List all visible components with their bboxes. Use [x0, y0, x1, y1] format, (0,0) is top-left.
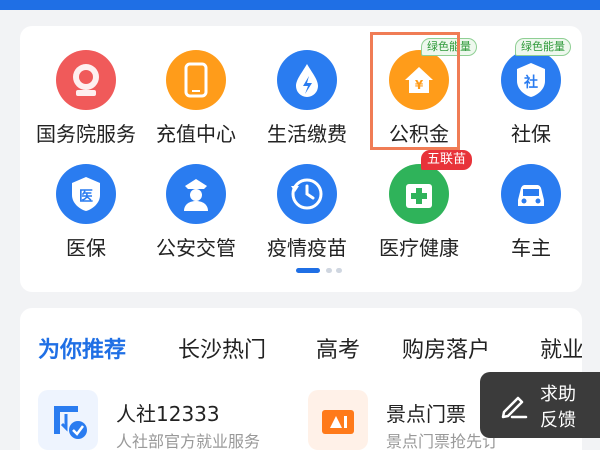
- tab-gaokao[interactable]: 高考: [316, 332, 360, 364]
- tab-home-purchase-settlement[interactable]: 购房落户: [402, 332, 490, 364]
- state-council-emblem-icon: [56, 50, 116, 110]
- service-label: 医保: [66, 236, 106, 260]
- phone-recharge-icon: [166, 50, 226, 110]
- service-label: 车主: [511, 236, 551, 260]
- police-officer-icon: [166, 164, 226, 224]
- service-label: 疫情疫苗: [267, 236, 347, 260]
- service-label: 社保: [511, 122, 551, 146]
- service-social-security[interactable]: 社 绿色能量 社保: [475, 38, 587, 150]
- utility-drop-bolt-icon: [277, 50, 337, 110]
- service-car-owner[interactable]: 车主: [475, 164, 587, 264]
- tab-changsha-hot[interactable]: 长沙热门: [178, 332, 266, 364]
- service-label: 生活缴费: [267, 122, 347, 146]
- service-epidemic-vaccine[interactable]: 疫情疫苗: [251, 164, 363, 264]
- rec-title[interactable]: 景点门票: [386, 398, 466, 427]
- service-label: 充值中心: [156, 122, 236, 146]
- tab-employment[interactable]: 就业: [540, 332, 582, 364]
- green-energy-badge: 绿色能量: [515, 38, 571, 56]
- five-in-one-vaccine-badge: 五联苗: [421, 150, 473, 170]
- car-icon: [501, 164, 561, 224]
- tab-recommended[interactable]: 为你推荐: [38, 332, 126, 364]
- page-dot: [326, 268, 332, 273]
- rec-subtitle: 人社部官方就业服务: [116, 432, 261, 450]
- top-status-bar: [0, 0, 600, 10]
- medical-insurance-shield-icon: 医: [56, 164, 116, 224]
- page-dot-active: [296, 268, 320, 273]
- service-medical-insurance[interactable]: 医 医保: [30, 164, 142, 264]
- vaccine-clock-icon: [277, 164, 337, 224]
- medical-cross-icon: [389, 164, 449, 224]
- service-medical-health[interactable]: 五联苗 医疗健康: [363, 150, 475, 264]
- service-label: 公安交管: [156, 236, 236, 260]
- help-feedback-button[interactable]: 求助 反馈: [480, 372, 600, 438]
- svg-text:社: 社: [523, 74, 538, 91]
- housing-fund-highlight-box: [370, 32, 460, 150]
- rec-title[interactable]: 人社12333: [116, 398, 220, 427]
- svg-text:医: 医: [79, 189, 93, 205]
- service-state-council[interactable]: 国务院服务: [30, 50, 142, 150]
- service-recharge-center[interactable]: 充值中心: [140, 50, 252, 150]
- ticket-icon: [308, 390, 368, 450]
- service-label: 医疗健康: [379, 236, 459, 260]
- hr-download-check-icon: [38, 390, 98, 450]
- services-grid-card: 国务院服务 充值中心 生活缴费 ¥ 绿色能量 公积金 社 绿色能量 社保 医 医…: [20, 26, 582, 292]
- page-dot: [336, 268, 342, 273]
- feedback-label: 反馈: [540, 410, 576, 431]
- service-utility-payment[interactable]: 生活缴费: [251, 50, 363, 150]
- pen-edit-icon: [501, 396, 528, 419]
- social-security-shield-icon: 社: [501, 50, 561, 110]
- service-label: 国务院服务: [36, 122, 136, 146]
- help-label: 求助: [540, 384, 576, 405]
- service-public-security-traffic[interactable]: 公安交管: [140, 164, 252, 264]
